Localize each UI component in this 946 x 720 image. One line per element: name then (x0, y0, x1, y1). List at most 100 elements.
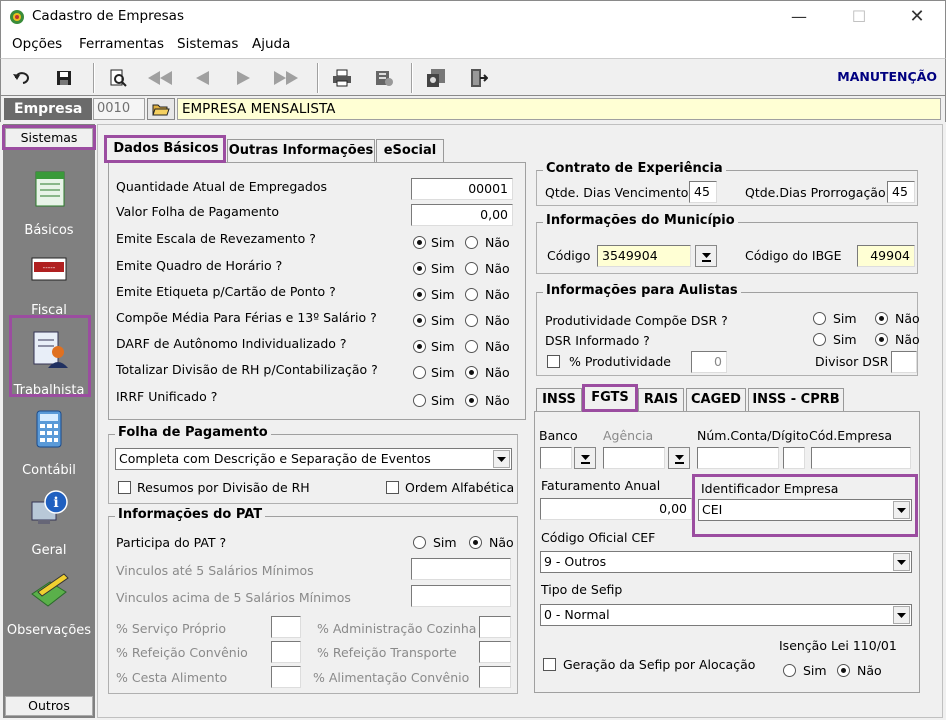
print-preview-icon[interactable] (105, 65, 131, 91)
pat-nao-radio[interactable] (469, 536, 482, 549)
sidebar-item-contabil[interactable]: Contábil (3, 404, 95, 482)
ordem-alfabetica-checkbox[interactable] (386, 481, 399, 494)
banco-search-icon[interactable] (574, 447, 596, 469)
dsr-nao-radio[interactable] (875, 333, 888, 346)
first-record-icon[interactable] (147, 65, 173, 91)
irrf-sim-radio[interactable] (413, 394, 426, 407)
servico-proprio-input[interactable] (271, 616, 301, 638)
qtd-empregados-input[interactable]: 00001 (411, 178, 513, 200)
next-record-icon[interactable] (231, 65, 257, 91)
escala-sim-radio[interactable] (413, 236, 426, 249)
printer-icon[interactable] (329, 65, 355, 91)
dsr-sim-radio[interactable] (813, 333, 826, 346)
cesta-alimento-input[interactable] (271, 666, 301, 688)
faturamento-anual-input[interactable]: 0,00 (540, 498, 692, 520)
irrf-nao-radio[interactable] (465, 394, 478, 407)
dias-prorrogacao-input[interactable]: 45 (887, 181, 915, 203)
isencao-nao-radio[interactable] (837, 664, 850, 677)
media-ferias-label: Compõe Média Para Férias e 13º Salário ? (116, 310, 377, 325)
tab-caged[interactable]: CAGED (686, 388, 746, 412)
vinculos-acima-5-input[interactable] (411, 585, 511, 607)
info-computer-icon: i (31, 490, 68, 524)
prod-sim-radio[interactable] (813, 312, 826, 325)
close-button[interactable]: ✕ (897, 5, 937, 29)
escala-nao-radio[interactable] (465, 236, 478, 249)
svg-text:i: i (53, 495, 58, 511)
company-label: Empresa (4, 98, 92, 120)
menu-ajuda[interactable]: Ajuda (252, 36, 290, 52)
sidebar-item-geral[interactable]: i Geral (3, 484, 95, 562)
folder-open-icon[interactable] (147, 98, 175, 120)
banco-input[interactable] (540, 447, 572, 469)
pat-sim-radio[interactable] (413, 536, 426, 549)
resumos-rh-checkbox[interactable] (118, 481, 131, 494)
last-record-icon[interactable] (273, 65, 299, 91)
vinculos-ate-5-input[interactable] (411, 558, 511, 580)
agencia-input[interactable] (603, 447, 665, 469)
undo-icon[interactable] (9, 65, 35, 91)
minimize-button[interactable]: — (779, 5, 819, 29)
etiqueta-sim-radio[interactable] (413, 288, 426, 301)
folha-pagamento-input[interactable]: 0,00 (411, 204, 513, 226)
sidebar-item-observacoes[interactable]: Observações (3, 564, 95, 642)
pat-group-title: Informações do PAT (115, 507, 266, 522)
calculator-icon (36, 410, 62, 448)
previous-record-icon[interactable] (189, 65, 215, 91)
save-icon[interactable] (51, 65, 77, 91)
sidebar-item-fiscal[interactable]: ----- Fiscal (3, 244, 95, 322)
nao-label: Não (485, 365, 510, 380)
tab-inss[interactable]: INSS (536, 388, 582, 412)
perc-produtividade-input[interactable]: 0 (691, 351, 727, 373)
quadro-sim-radio[interactable] (413, 262, 426, 275)
report-icon[interactable] (371, 65, 397, 91)
menu-sistemas[interactable]: Sistemas (177, 36, 238, 52)
darf-sim-radio[interactable] (413, 340, 426, 353)
geracao-sefip-checkbox[interactable] (543, 658, 556, 671)
dados-basicos-panel: Quantidade Atual de Empregados 00001 Val… (108, 162, 526, 420)
company-code-field[interactable]: 0010 (93, 98, 145, 120)
perc-produtividade-checkbox[interactable] (547, 355, 560, 368)
tab-inss-cprb[interactable]: INSS - CPRB (748, 388, 844, 412)
cod-empresa-input[interactable] (811, 447, 911, 469)
folha-tipo-value: Completa com Descrição e Separação de Ev… (119, 451, 431, 466)
cesta-alimento-label: % Cesta Alimento (116, 670, 228, 685)
exit-icon[interactable] (465, 65, 491, 91)
menu-opcoes[interactable]: Opções (12, 36, 62, 52)
tab-esocial[interactable]: eSocial (376, 139, 444, 163)
sidebar-item-label: Básicos (24, 223, 74, 238)
isencao-sim-radio[interactable] (783, 664, 796, 677)
company-name-field[interactable]: EMPRESA MENSALISTA (177, 98, 941, 120)
dias-vencimento-input[interactable]: 45 (689, 181, 717, 203)
prod-nao-radio[interactable] (875, 312, 888, 325)
sidebar-item-basicos[interactable]: Básicos (3, 164, 95, 242)
alimentacao-convenio-input[interactable] (479, 666, 511, 688)
agencia-search-icon[interactable] (668, 447, 690, 469)
nao-label: Não (485, 313, 510, 328)
divisor-dsr-input[interactable] (891, 351, 917, 373)
outros-button[interactable]: Outros (5, 696, 93, 716)
etiqueta-nao-radio[interactable] (465, 288, 478, 301)
divisao-sim-radio[interactable] (413, 366, 426, 379)
divisao-nao-radio[interactable] (465, 366, 478, 379)
digito-input[interactable] (783, 447, 805, 469)
maximize-button[interactable]: ☐ (839, 5, 879, 29)
refeicao-transporte-input[interactable] (479, 641, 511, 663)
media-sim-radio[interactable] (413, 314, 426, 327)
configure-icon[interactable] (423, 65, 449, 91)
darf-nao-radio[interactable] (465, 340, 478, 353)
tipo-sefip-select[interactable]: 0 - Normal (540, 604, 912, 626)
codigo-municipio-input[interactable]: 3549904 (597, 245, 691, 267)
refeicao-convenio-input[interactable] (271, 641, 301, 663)
adm-cozinha-input[interactable] (479, 616, 511, 638)
tab-rais[interactable]: RAIS (638, 388, 684, 412)
quadro-nao-radio[interactable] (465, 262, 478, 275)
tab-outras-informacoes[interactable]: Outras Informações (227, 139, 375, 163)
codigo-cef-select[interactable]: 9 - Outros (540, 551, 912, 573)
codigo-ibge-input[interactable]: 49904 (857, 245, 915, 267)
menu-ferramentas[interactable]: Ferramentas (79, 36, 164, 52)
folha-tipo-select[interactable]: Completa com Descrição e Separação de Ev… (115, 448, 512, 470)
media-nao-radio[interactable] (465, 314, 478, 327)
title-bar: Cadastro de Empresas — ☐ ✕ (0, 0, 946, 32)
search-arrow-icon[interactable] (695, 245, 717, 267)
num-conta-input[interactable] (697, 447, 779, 469)
